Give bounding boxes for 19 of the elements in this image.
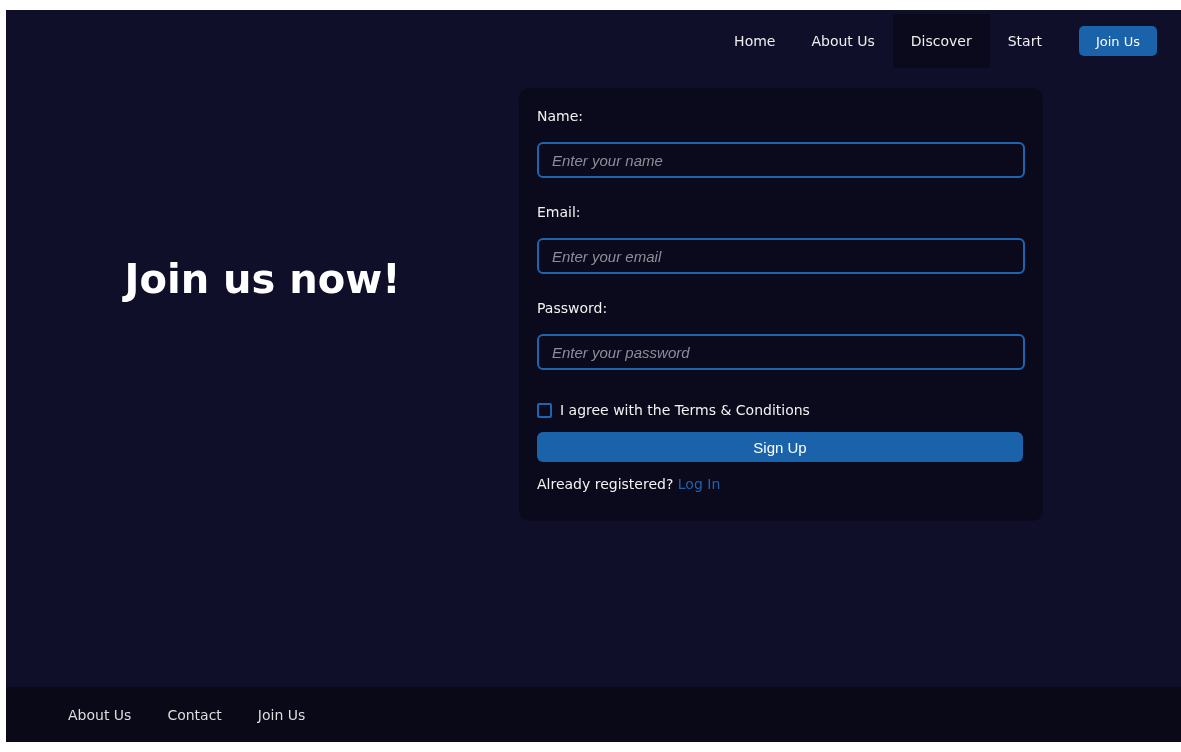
- join-button[interactable]: Join Us: [1078, 26, 1157, 56]
- input-field[interactable]: Enter your password: [537, 334, 1025, 370]
- login-prompt: Already registered? Log In: [537, 476, 721, 492]
- checkbox-label: I agree with the Terms & Conditions: [560, 402, 810, 418]
- input-field[interactable]: Enter your email: [537, 238, 1025, 274]
- nav-link[interactable]: About Us: [793, 14, 893, 68]
- field-label: Name:: [537, 107, 584, 126]
- field-label: Password:: [537, 299, 608, 318]
- checkbox[interactable]: [537, 402, 552, 418]
- nav-link[interactable]: Home: [716, 14, 794, 68]
- nav-link[interactable]: Discover: [892, 14, 990, 68]
- footer-link[interactable]: Join Us: [239, 706, 324, 723]
- sign-up-button[interactable]: Sign Up: [537, 432, 1023, 462]
- field-label: Email:: [537, 203, 581, 222]
- input-field[interactable]: Enter your name: [537, 142, 1025, 178]
- nav-link[interactable]: Start: [989, 14, 1060, 68]
- footer-link[interactable]: Contact: [149, 706, 240, 723]
- hero-heading: Join us now!: [124, 256, 401, 304]
- footer-link[interactable]: About Us: [50, 706, 150, 723]
